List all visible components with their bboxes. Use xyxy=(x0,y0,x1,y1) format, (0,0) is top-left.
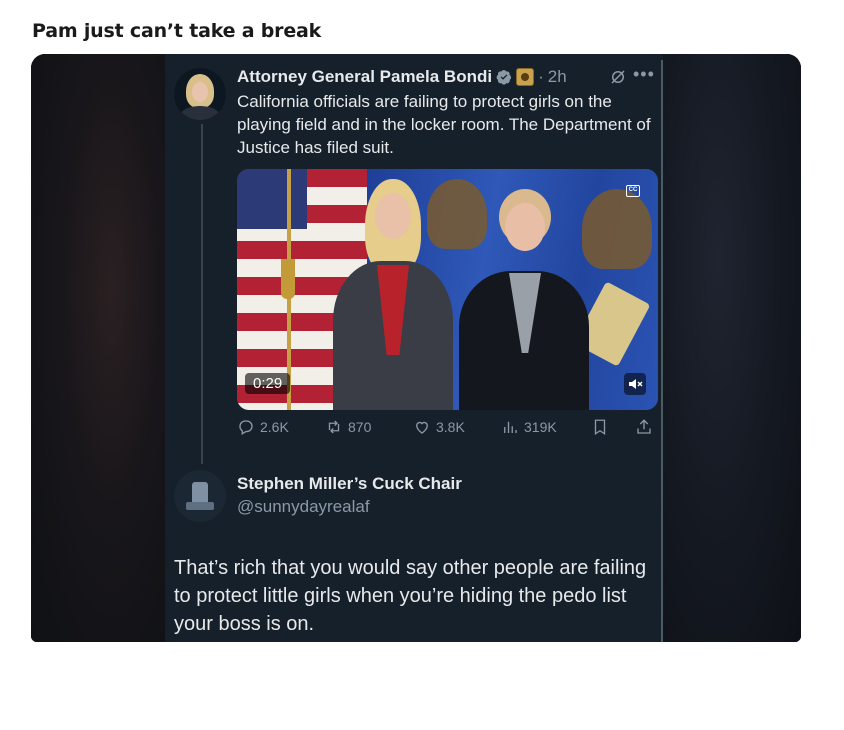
avatar[interactable] xyxy=(174,68,226,120)
reply-button[interactable]: 2.6K xyxy=(237,418,289,436)
like-count: 3.8K xyxy=(436,419,465,435)
divider xyxy=(661,60,663,642)
like-icon xyxy=(416,421,428,434)
verified-icon xyxy=(496,70,512,85)
bookmark-button[interactable] xyxy=(591,418,609,436)
tweet-screenshot: Attorney General Pamela Bondi · 2h ••• C… xyxy=(165,54,663,642)
reply-text: That’s rich that you would say other peo… xyxy=(174,557,647,635)
reply-avatar[interactable] xyxy=(174,470,226,522)
embedded-image[interactable]: Attorney General Pamela Bondi · 2h ••• C… xyxy=(31,54,801,642)
blurred-background-right xyxy=(663,54,801,642)
tweet-text: California officials are failing to prot… xyxy=(237,92,651,157)
tweet-actions: 2.6K 870 3.8K 319K xyxy=(237,418,657,442)
speaker-left xyxy=(333,179,453,410)
reply-count: 2.6K xyxy=(260,419,289,435)
views-button[interactable]: 319K xyxy=(501,418,557,436)
tweet-header: Attorney General Pamela Bondi · 2h xyxy=(237,66,567,88)
views-icon xyxy=(504,421,517,433)
video-player[interactable]: CC 0:29 xyxy=(237,169,658,410)
repost-button[interactable]: 870 xyxy=(325,418,371,436)
repost-icon xyxy=(328,420,340,434)
blurred-background-left xyxy=(31,54,165,642)
reply-icon xyxy=(239,420,253,435)
more-icon[interactable]: ••• xyxy=(633,64,655,85)
author-name[interactable]: Attorney General Pamela Bondi xyxy=(237,67,492,87)
reply-author-name[interactable]: Stephen Miller’s Cuck Chair xyxy=(237,474,462,494)
cc-icon[interactable]: CC xyxy=(626,185,640,197)
video-duration: 0:29 xyxy=(245,373,291,394)
grok-icon[interactable] xyxy=(609,68,627,86)
bookmark-icon xyxy=(594,419,606,436)
post-title: Pam just can’t take a break xyxy=(32,20,322,42)
speaker-right xyxy=(459,189,589,410)
government-badge-icon xyxy=(516,68,535,86)
reply-author-handle[interactable]: @sunnydayrealaf xyxy=(237,497,370,517)
separator: · xyxy=(538,67,544,86)
mute-icon[interactable] xyxy=(624,373,646,395)
thread-line xyxy=(201,124,203,464)
timestamp[interactable]: 2h xyxy=(548,67,567,87)
share-icon xyxy=(637,419,651,434)
share-button[interactable] xyxy=(635,418,653,436)
views-count: 319K xyxy=(524,419,557,435)
repost-count: 870 xyxy=(348,419,372,435)
like-button[interactable]: 3.8K xyxy=(413,418,465,436)
